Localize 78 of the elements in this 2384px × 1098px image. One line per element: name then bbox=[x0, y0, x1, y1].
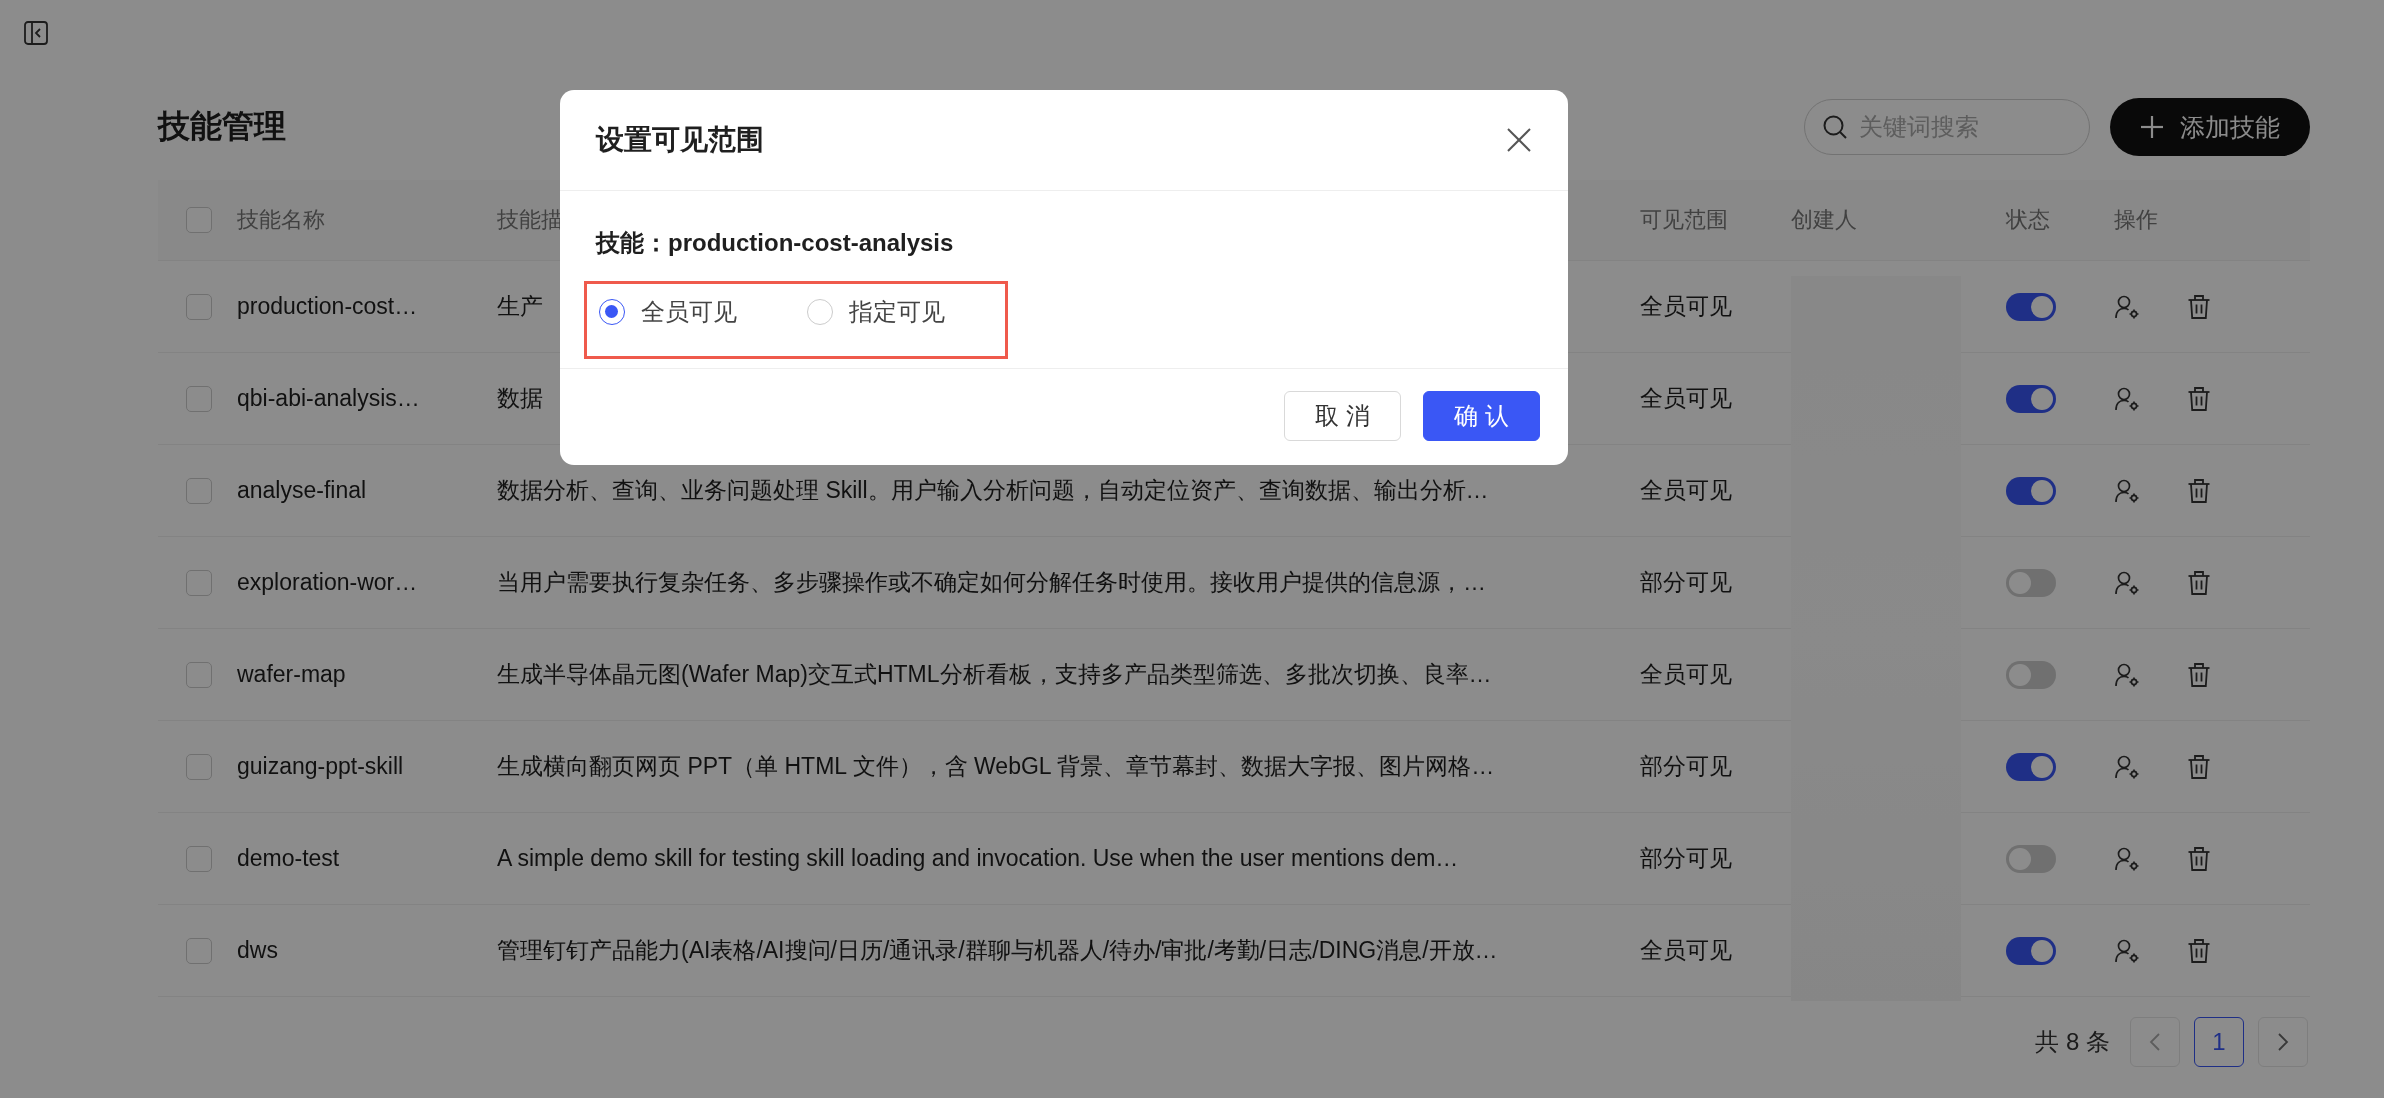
skill-name: analyse-final bbox=[237, 477, 367, 504]
toggle-switch[interactable] bbox=[2006, 936, 2056, 965]
search-icon bbox=[1822, 114, 1848, 140]
toggle-switch[interactable] bbox=[2006, 292, 2056, 321]
plus-icon bbox=[2140, 115, 2164, 139]
skill-description: 生产 bbox=[497, 292, 543, 321]
skill-name: wafer-map bbox=[237, 661, 346, 688]
confirm-button[interactable]: 确 认 bbox=[1423, 391, 1540, 441]
sidebar-toggle-icon[interactable] bbox=[23, 20, 49, 46]
user-settings-icon[interactable] bbox=[2114, 477, 2140, 504]
user-settings-icon[interactable] bbox=[2114, 293, 2140, 320]
column-header: 可见范围 bbox=[1640, 206, 1728, 234]
toggle-switch[interactable] bbox=[2006, 660, 2056, 689]
skill-description: 生成半导体晶元图(Wafer Map)交互式HTML分析看板，支持多产品类型筛选、多批次切换、良率… bbox=[497, 660, 1492, 689]
dialog-title: 设置可见范围 bbox=[596, 123, 764, 157]
checkbox[interactable] bbox=[186, 937, 212, 964]
checkbox[interactable] bbox=[186, 753, 212, 780]
visibility-text: 部分可见 bbox=[1640, 844, 1732, 873]
toggle-switch[interactable] bbox=[2006, 752, 2056, 781]
toggle-switch[interactable] bbox=[2006, 844, 2056, 873]
visibility-text: 部分可见 bbox=[1640, 752, 1732, 781]
add-skill-button[interactable]: 添加技能 bbox=[2110, 98, 2310, 156]
trash-icon[interactable] bbox=[2187, 293, 2211, 320]
trash-icon[interactable] bbox=[2187, 753, 2211, 780]
trash-icon[interactable] bbox=[2187, 569, 2211, 596]
chevron-right-icon bbox=[2277, 1032, 2289, 1052]
checkbox[interactable] bbox=[186, 569, 212, 596]
close-button[interactable] bbox=[1506, 127, 1532, 153]
user-settings-icon[interactable] bbox=[2114, 569, 2140, 596]
toggle-switch[interactable] bbox=[2006, 384, 2056, 413]
checkbox[interactable] bbox=[186, 385, 212, 412]
skill-description: 数据分析、查询、业务问题处理 Skill。用户输入分析问题，自动定位资产、查询数据、输出分析… bbox=[497, 476, 1489, 505]
page-title: 技能管理 bbox=[158, 107, 286, 146]
trash-icon[interactable] bbox=[2187, 385, 2211, 412]
user-settings-icon[interactable] bbox=[2114, 937, 2140, 964]
skill-name: production-cost… bbox=[237, 293, 418, 320]
skill-name: dws bbox=[237, 937, 278, 964]
user-settings-icon[interactable] bbox=[2114, 385, 2140, 412]
toggle-switch[interactable] bbox=[2006, 476, 2056, 505]
user-settings-icon[interactable] bbox=[2114, 753, 2140, 780]
skill-description: 生成横向翻页网页 PPT（单 HTML 文件），含 WebGL 背景、章节幕封、数据大字报、图片网格… bbox=[497, 752, 1495, 781]
skill-description: 管理钉钉产品能力(AI表格/AI搜问/日历/通讯录/群聊与机器人/待办/审批/考勤/日志/DING消息/开放… bbox=[497, 936, 1498, 965]
chevron-left-icon bbox=[2149, 1032, 2161, 1052]
visibility-text: 全员可见 bbox=[1640, 292, 1732, 321]
close-icon bbox=[1506, 127, 1532, 153]
cancel-button[interactable]: 取 消 bbox=[1284, 391, 1401, 441]
visibility-text: 全员可见 bbox=[1640, 384, 1732, 413]
radio-option[interactable]: 全员可见 bbox=[599, 296, 737, 328]
visibility-text: 全员可见 bbox=[1640, 660, 1732, 689]
checkbox[interactable] bbox=[186, 477, 212, 504]
column-header: 技能名称 bbox=[237, 206, 325, 234]
skill-name: demo-test bbox=[237, 845, 340, 872]
trash-icon[interactable] bbox=[2187, 937, 2211, 964]
user-settings-icon[interactable] bbox=[2114, 661, 2140, 688]
checkbox[interactable] bbox=[186, 661, 212, 688]
checkbox[interactable] bbox=[186, 293, 212, 320]
user-settings-icon[interactable] bbox=[2114, 845, 2140, 872]
visibility-text: 全员可见 bbox=[1640, 476, 1732, 505]
trash-icon[interactable] bbox=[2187, 477, 2211, 504]
trash-icon[interactable] bbox=[2187, 845, 2211, 872]
skill-name: qbi-abi-analysis… bbox=[237, 385, 420, 412]
skill-name: exploration-wor… bbox=[237, 569, 418, 596]
checkbox[interactable] bbox=[186, 207, 212, 233]
checkbox[interactable] bbox=[186, 845, 212, 872]
skill-description: 当用户需要执行复杂任务、多步骤操作或不确定如何分解任务时使用。接收用户提供的信息源，… bbox=[497, 568, 1486, 597]
column-header: 操作 bbox=[2114, 206, 2158, 234]
radio-option[interactable]: 指定可见 bbox=[807, 296, 945, 328]
skill-description: A simple demo skill for testing skill loading and invocation. Use when the user mentions dem… bbox=[497, 845, 1459, 872]
skill-description: 数据 bbox=[497, 384, 543, 413]
toggle-switch[interactable] bbox=[2006, 568, 2056, 597]
visibility-text: 部分可见 bbox=[1640, 568, 1732, 597]
column-header: 创建人 bbox=[1791, 206, 1857, 234]
visibility-text: 全员可见 bbox=[1640, 936, 1732, 965]
skill-name: guizang-ppt-skill bbox=[237, 753, 404, 780]
trash-icon[interactable] bbox=[2187, 661, 2211, 688]
column-header: 状态 bbox=[2006, 206, 2050, 234]
total-count: 共 8 条 bbox=[2035, 1027, 2110, 1057]
skill-label: 技能：production-cost-analysis bbox=[596, 228, 955, 258]
